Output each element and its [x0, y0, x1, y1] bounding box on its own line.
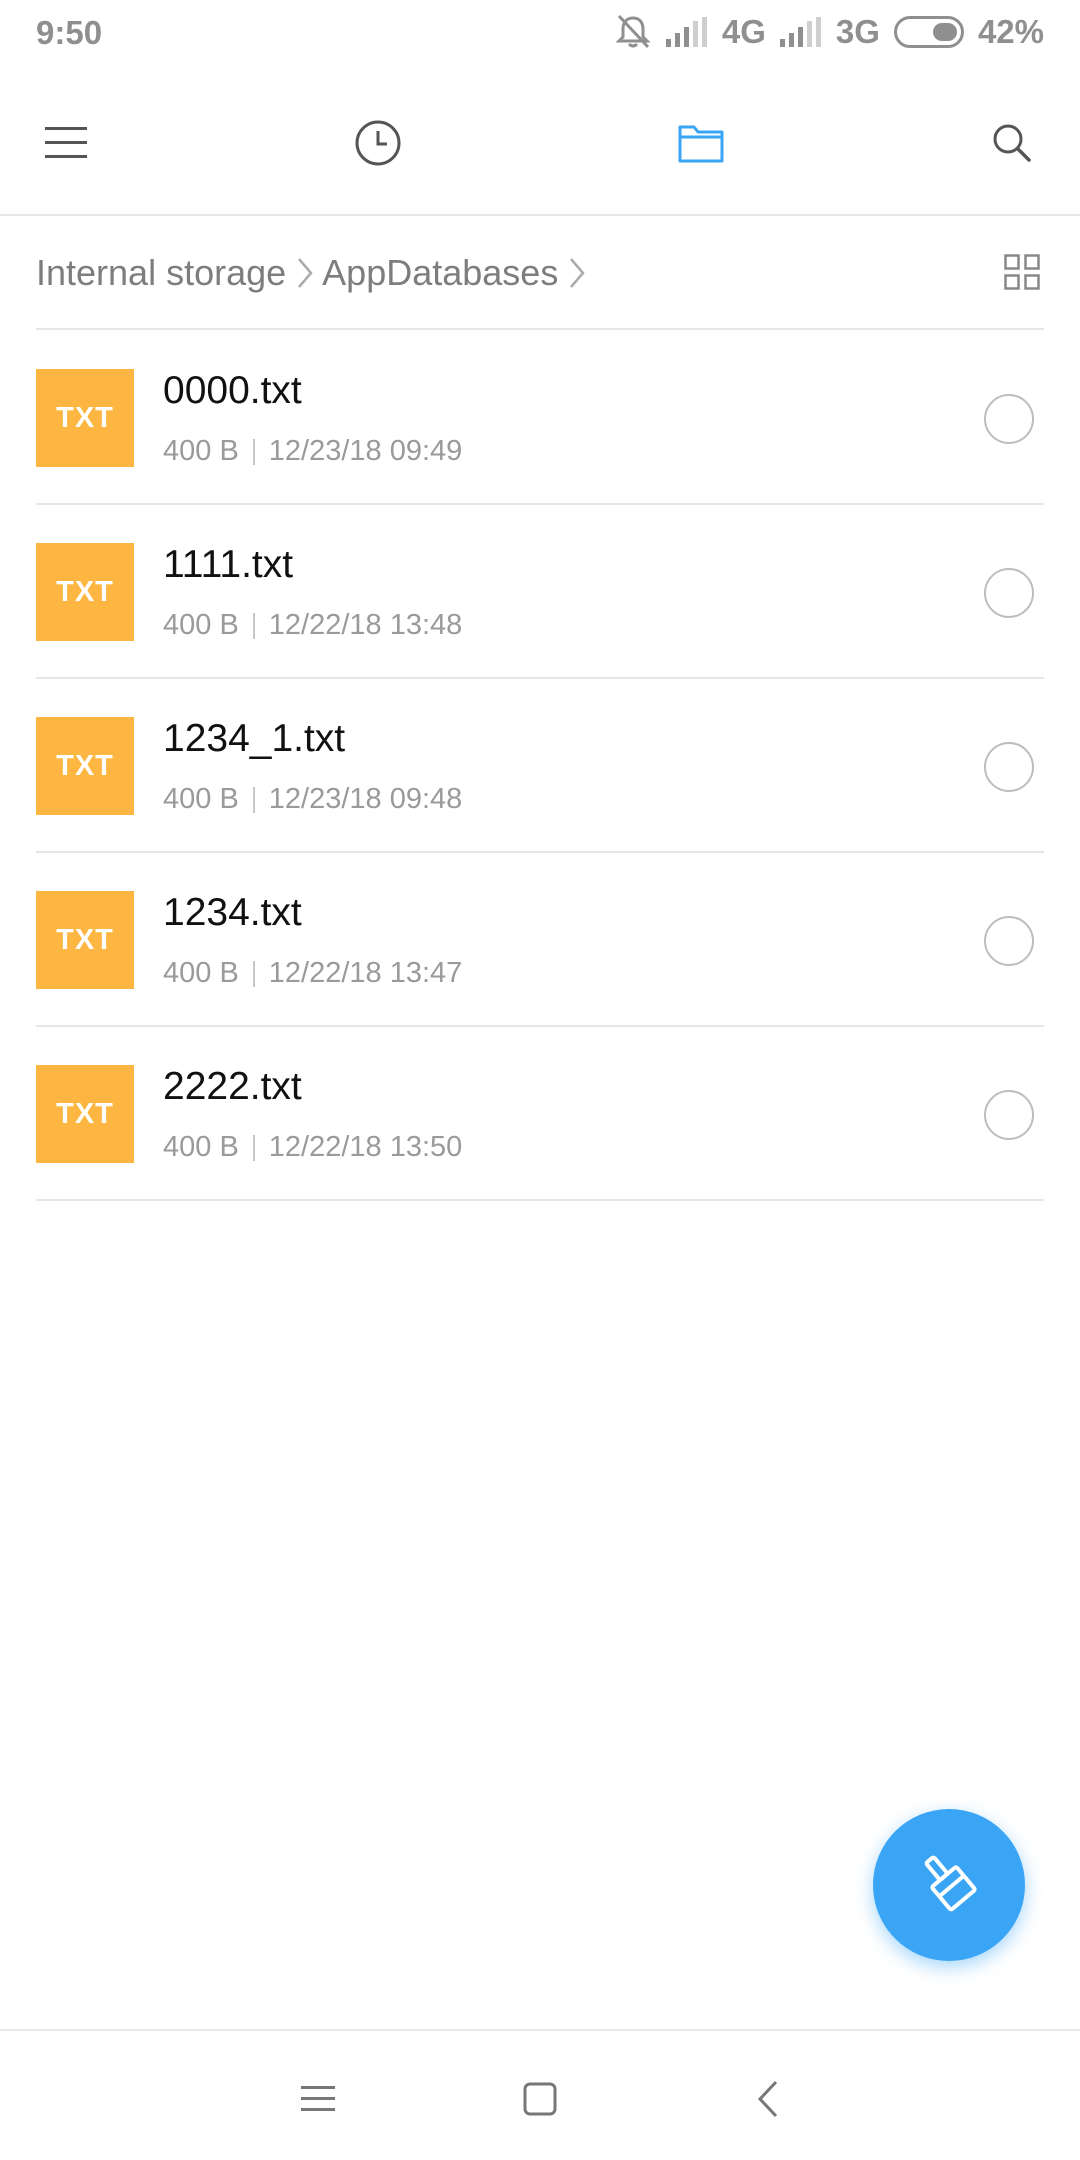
battery-icon: [893, 16, 964, 48]
select-checkbox[interactable]: [984, 742, 1034, 792]
battery-percent: 42%: [977, 13, 1044, 50]
file-size: 400 B: [163, 957, 239, 989]
home-square-icon[interactable]: [510, 2069, 570, 2129]
back-chevron-icon[interactable]: [738, 2069, 798, 2129]
system-nav-bar: [0, 2029, 1080, 2160]
file-size: 400 B: [163, 1131, 239, 1163]
status-bar: 9:50 4G 3G 42%: [0, 0, 1080, 70]
select-checkbox[interactable]: [984, 568, 1034, 618]
file-meta: 400 B 12/23/18 09:48: [163, 783, 462, 816]
chevron-right-icon: [568, 256, 586, 290]
file-list: TXT 0000.txt 400 B 12/23/18 09:49 TXT 11…: [36, 331, 1044, 1201]
cleaner-brush-icon: [911, 1845, 987, 1926]
chevron-right-icon: [296, 256, 314, 290]
txt-file-icon: TXT: [36, 543, 134, 641]
recent-clock-icon[interactable]: [343, 108, 413, 178]
meta-divider: [252, 786, 255, 813]
status-time: 9:50: [36, 14, 103, 51]
file-date: 12/22/18 13:47: [268, 957, 463, 989]
search-icon[interactable]: [977, 108, 1047, 178]
file-size: 400 B: [163, 435, 239, 467]
breadcrumb: Internal storage AppDatabases: [36, 252, 594, 294]
file-date: 12/22/18 13:48: [268, 609, 463, 641]
folder-icon[interactable]: [666, 108, 736, 178]
file-name: 0000.txt: [163, 369, 302, 412]
list-item[interactable]: TXT 2222.txt 400 B 12/22/18 13:50: [36, 1027, 1044, 1201]
txt-file-icon: TXT: [36, 1065, 134, 1163]
file-manager-screen: 9:50 4G 3G 42% Internal storage AppDatab…: [0, 0, 1080, 2160]
list-item[interactable]: TXT 0000.txt 400 B 12/23/18 09:49: [36, 331, 1044, 505]
file-name: 1111.txt: [163, 543, 294, 586]
meta-divider: [252, 1134, 255, 1161]
menu-icon[interactable]: [31, 108, 101, 178]
txt-file-icon: TXT: [36, 891, 134, 989]
select-checkbox[interactable]: [984, 916, 1034, 966]
breadcrumb-row: Internal storage AppDatabases: [36, 218, 1044, 330]
file-meta: 400 B 12/22/18 13:48: [163, 609, 462, 642]
select-checkbox[interactable]: [984, 1090, 1034, 1140]
file-meta: 400 B 12/22/18 13:47: [163, 957, 462, 990]
breadcrumb-item-internal-storage[interactable]: Internal storage: [36, 252, 286, 294]
recents-menu-icon[interactable]: [288, 2069, 348, 2129]
file-name: 1234_1.txt: [163, 717, 346, 760]
file-size: 400 B: [163, 783, 239, 815]
txt-file-icon: TXT: [36, 717, 134, 815]
file-meta: 400 B 12/23/18 09:49: [163, 435, 462, 468]
meta-divider: [252, 960, 255, 987]
grid-view-icon[interactable]: [1004, 254, 1044, 294]
list-item[interactable]: TXT 1234_1.txt 400 B 12/23/18 09:48: [36, 679, 1044, 853]
breadcrumb-item-appdatabases[interactable]: AppDatabases: [322, 252, 558, 294]
network-type-1: 4G: [721, 13, 766, 50]
signal-strength-icon: [779, 17, 822, 47]
file-date: 12/22/18 13:50: [268, 1131, 463, 1163]
meta-divider: [252, 438, 255, 465]
status-icons: 4G 3G 42%: [614, 13, 1044, 51]
txt-file-icon: TXT: [36, 369, 134, 467]
file-name: 1234.txt: [163, 891, 302, 934]
top-toolbar: [0, 70, 1080, 216]
file-size: 400 B: [163, 609, 239, 641]
list-item[interactable]: TXT 1234.txt 400 B 12/22/18 13:47: [36, 853, 1044, 1027]
signal-strength-icon: [665, 17, 708, 47]
file-name: 2222.txt: [163, 1065, 302, 1108]
meta-divider: [252, 612, 255, 639]
file-meta: 400 B 12/22/18 13:50: [163, 1131, 462, 1164]
file-date: 12/23/18 09:49: [268, 435, 463, 467]
network-type-2: 3G: [835, 13, 880, 50]
mute-bell-icon: [614, 14, 652, 50]
cleaner-fab-button[interactable]: [873, 1809, 1025, 1961]
list-item[interactable]: TXT 1111.txt 400 B 12/22/18 13:48: [36, 505, 1044, 679]
select-checkbox[interactable]: [984, 394, 1034, 444]
file-date: 12/23/18 09:48: [268, 783, 463, 815]
